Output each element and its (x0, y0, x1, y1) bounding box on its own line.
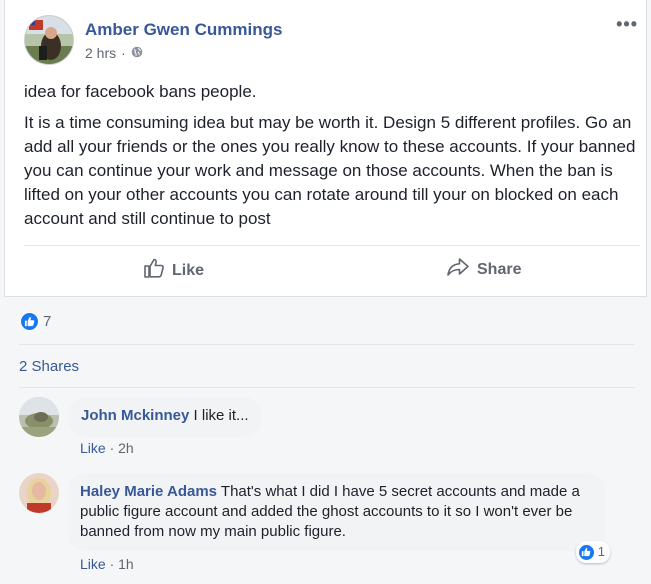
post-paragraph: It is a time consuming idea but may be w… (24, 113, 636, 228)
divider (19, 387, 635, 388)
comment-time[interactable]: 2h (118, 440, 134, 456)
commenter-avatar[interactable] (19, 473, 59, 513)
like-label: Like (172, 261, 205, 279)
reaction-count: 7 (43, 313, 52, 330)
like-reaction-icon (20, 312, 39, 331)
post-footer: 7 2 Shares John Mckinney I like it... Li… (0, 297, 651, 584)
share-label: Share (477, 260, 522, 278)
commenter-name[interactable]: John Mckinney (81, 407, 189, 424)
commenter-avatar[interactable] (19, 397, 59, 437)
more-options-icon[interactable]: ••• (616, 14, 638, 35)
share-arrow-icon (446, 257, 470, 282)
comment-bubble: John Mckinney I like it... (68, 397, 262, 437)
commenter-name[interactable]: Haley Marie Adams (80, 483, 217, 500)
comment-like-link[interactable]: Like (80, 556, 106, 572)
author-avatar[interactable] (24, 15, 74, 65)
globe-icon[interactable] (131, 45, 143, 61)
comment-meta: Like · 1h (80, 556, 134, 572)
divider (24, 245, 640, 246)
comment-time[interactable]: 1h (118, 556, 134, 572)
post-body: idea for facebook bans people. It is a t… (24, 80, 636, 238)
comment-reaction-count: 1 (597, 544, 605, 559)
post-paragraph: idea for facebook bans people. (24, 82, 257, 101)
share-button[interactable]: Share (446, 257, 521, 282)
author-name[interactable]: Amber Gwen Cummings (85, 20, 282, 40)
meta-dot: · (109, 556, 119, 572)
comment-like-link[interactable]: Like (80, 440, 106, 456)
post-card: Amber Gwen Cummings 2 hrs · ••• idea for… (4, 0, 647, 297)
comment-reactions[interactable]: 1 (575, 541, 610, 563)
divider (19, 344, 635, 345)
shares-link[interactable]: 2 Shares (19, 358, 79, 375)
comment: John Mckinney I like it... (19, 397, 262, 437)
comment-text: I like it... (193, 407, 249, 424)
comment-meta: Like · 2h (80, 440, 134, 456)
post-meta: 2 hrs · (85, 45, 143, 61)
comment-bubble: Haley Marie Adams That's what I did I ha… (68, 473, 610, 563)
meta-dot: · (121, 45, 126, 61)
like-reaction-icon (577, 543, 595, 561)
meta-dot: · (109, 440, 119, 456)
reactions-summary[interactable]: 7 (20, 312, 51, 331)
post-time[interactable]: 2 hrs (85, 45, 116, 61)
comment: Haley Marie Adams That's what I did I ha… (19, 473, 610, 563)
like-button[interactable]: Like (143, 257, 204, 284)
thumbs-up-icon (143, 257, 165, 284)
